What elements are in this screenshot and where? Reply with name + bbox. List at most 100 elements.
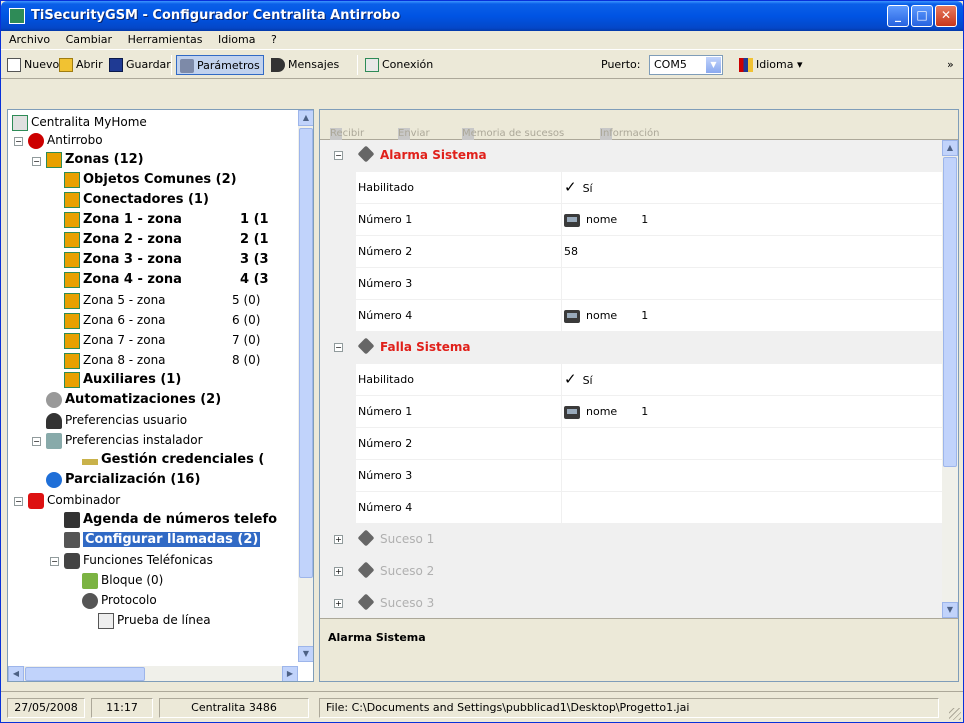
- tree-item-agenda[interactable]: Agenda de números telefo: [64, 510, 277, 530]
- title-bar[interactable]: TiSecurityGSM - Configurador Centralita …: [1, 1, 963, 31]
- expand-icon[interactable]: +: [334, 567, 343, 576]
- tree-item-zonas[interactable]: Zonas (12): [46, 150, 144, 170]
- tree-item-label: Funciones Teléfonicas: [83, 553, 213, 567]
- tree-vertical-scrollbar[interactable]: ▲ ▼: [298, 110, 313, 662]
- property-row[interactable]: Habilitado ✓ Sí: [320, 364, 942, 396]
- tree-item-antirrobo[interactable]: Antirrobo: [28, 130, 103, 150]
- maximize-button[interactable]: □: [911, 5, 933, 27]
- expand-icon[interactable]: +: [334, 535, 343, 544]
- scroll-right-icon[interactable]: ▶: [282, 666, 298, 681]
- section-suceso-1[interactable]: + Suceso 1: [320, 524, 942, 556]
- property-row[interactable]: Número 1 nome 1: [320, 396, 942, 428]
- information-label: Información: [600, 128, 660, 139]
- section-suceso-3[interactable]: + Suceso 3: [320, 588, 942, 618]
- scroll-thumb[interactable]: [943, 157, 957, 467]
- scroll-thumb[interactable]: [25, 667, 145, 681]
- scroll-left-icon[interactable]: ◀: [8, 666, 24, 681]
- property-row[interactable]: Número 3: [320, 460, 942, 492]
- collapse-icon[interactable]: −: [334, 343, 343, 352]
- resize-grip-icon[interactable]: [949, 708, 961, 720]
- tree-item-conectadores[interactable]: Conectadores (1): [64, 190, 209, 210]
- property-row[interactable]: Número 2 58: [320, 236, 942, 268]
- scroll-down-icon[interactable]: ▼: [298, 646, 313, 662]
- property-grid: − Alarma Sistema Habilitado ✓ Sí Número 1…: [320, 140, 942, 618]
- tree-item-label: Protocolo: [101, 593, 157, 607]
- expand-icon[interactable]: +: [334, 599, 343, 608]
- connection-button[interactable]: Conexión: [365, 55, 433, 75]
- property-value[interactable]: nome 1: [564, 300, 648, 331]
- menu-idioma[interactable]: Idioma: [212, 31, 261, 46]
- tree-item-prueba-linea[interactable]: Prueba de línea: [98, 610, 211, 630]
- device-icon: [12, 114, 28, 131]
- chevron-down-icon[interactable]: ▼: [706, 57, 721, 73]
- scroll-up-icon[interactable]: ▲: [298, 110, 313, 126]
- tree-item-zona-7[interactable]: Zona 7 - zona 7 (0): [64, 330, 298, 350]
- tree-item-zona-5[interactable]: Zona 5 - zona 5 (0): [64, 290, 298, 310]
- tree-item-preferencias-usuario[interactable]: Preferencias usuario: [46, 410, 187, 430]
- save-button[interactable]: Guardar: [109, 55, 171, 75]
- property-value[interactable]: ✓ Sí: [564, 172, 593, 203]
- messages-button[interactable]: Mensajes: [271, 55, 339, 75]
- tree-item-zona-2[interactable]: Zona 2 - zona 2 (1: [64, 230, 298, 250]
- collapse-icon[interactable]: −: [334, 151, 343, 160]
- property-value[interactable]: 58: [564, 236, 578, 267]
- tree-item-combinador[interactable]: Combinador: [28, 490, 120, 510]
- property-name: Número 3: [356, 268, 562, 299]
- user-icon: [46, 412, 62, 429]
- tree-item-auxiliares[interactable]: Auxiliares (1): [64, 370, 181, 390]
- parameters-button[interactable]: Parámetros: [176, 55, 264, 75]
- collapse-icon[interactable]: −: [14, 497, 23, 506]
- menu-help[interactable]: ?: [265, 31, 283, 46]
- section-alarma-sistema[interactable]: − Alarma Sistema: [320, 140, 942, 172]
- property-row[interactable]: Número 1 nome 1: [320, 204, 942, 236]
- tree-item-zona-4[interactable]: Zona 4 - zona 4 (3: [64, 270, 298, 290]
- tree-item-parcializacion[interactable]: Parcialización (16): [46, 470, 200, 490]
- tree-item-protocolo[interactable]: Protocolo: [82, 590, 157, 610]
- property-value[interactable]: nome 1: [564, 204, 648, 235]
- grid-vertical-scrollbar[interactable]: ▲ ▼: [942, 140, 958, 618]
- property-row[interactable]: Número 4: [320, 492, 942, 524]
- tree-item-zona-3[interactable]: Zona 3 - zona 3 (3: [64, 250, 298, 270]
- tree-item-zona-1[interactable]: Zona 1 - zona 1 (1: [64, 210, 298, 230]
- minimize-button[interactable]: _: [887, 5, 909, 27]
- tree-item-centralita[interactable]: Centralita MyHome: [12, 112, 147, 132]
- language-button[interactable]: Idioma ▾: [739, 55, 803, 75]
- property-row[interactable]: Número 4 nome 1: [320, 300, 942, 332]
- close-button[interactable]: ✕: [935, 5, 957, 27]
- scroll-down-icon[interactable]: ▼: [942, 602, 958, 618]
- open-button[interactable]: Abrir: [59, 55, 103, 75]
- tree-item-gestion-credenciales[interactable]: Gestión credenciales (: [82, 450, 264, 470]
- tree-item-funciones-telefonicas[interactable]: Funciones Teléfonicas: [64, 550, 213, 570]
- menu-archivo[interactable]: Archivo: [1, 31, 56, 46]
- section-suceso-2[interactable]: + Suceso 2: [320, 556, 942, 588]
- property-row[interactable]: Habilitado ✓ Sí: [320, 172, 942, 204]
- protocol-icon: [82, 592, 98, 609]
- menu-cambiar[interactable]: Cambiar: [60, 31, 118, 46]
- tree-item-objetos-comunes[interactable]: Objetos Comunes (2): [64, 170, 237, 190]
- collapse-icon[interactable]: −: [14, 137, 23, 146]
- new-button[interactable]: Nuevo: [7, 55, 59, 75]
- tree-horizontal-scrollbar[interactable]: ◀ ▶: [8, 666, 298, 681]
- tree-item-automatizaciones[interactable]: Automatizaciones (2): [46, 390, 221, 410]
- property-row[interactable]: Número 2: [320, 428, 942, 460]
- port-select[interactable]: COM5 ▼: [649, 55, 723, 75]
- wrench-icon: [357, 561, 375, 579]
- collapse-icon[interactable]: −: [32, 437, 41, 446]
- tree-item-zona-6[interactable]: Zona 6 - zona 6 (0): [64, 310, 298, 330]
- property-row[interactable]: Número 3: [320, 268, 942, 300]
- section-falla-sistema[interactable]: − Falla Sistema: [320, 332, 942, 364]
- scroll-thumb[interactable]: [299, 128, 313, 578]
- toolbar-overflow-button[interactable]: »: [947, 55, 954, 75]
- menu-herramientas[interactable]: Herramientas: [122, 31, 209, 46]
- scroll-up-icon[interactable]: ▲: [942, 140, 958, 156]
- collapse-icon[interactable]: −: [50, 557, 59, 566]
- tree-item-configurar-llamadas[interactable]: Configurar llamadas (2): [64, 530, 261, 550]
- property-value[interactable]: nome 1: [564, 396, 648, 427]
- tree-item-label: Zonas (12): [65, 152, 144, 167]
- zone-icon: [64, 231, 80, 248]
- property-value[interactable]: ✓ Sí: [564, 364, 593, 395]
- tree-item-bloque[interactable]: Bloque (0): [82, 570, 163, 590]
- tree-item-zona-8[interactable]: Zona 8 - zona 8 (0): [64, 350, 298, 370]
- collapse-icon[interactable]: −: [32, 157, 41, 166]
- tree-item-preferencias-instalador[interactable]: Preferencias instalador: [46, 430, 203, 450]
